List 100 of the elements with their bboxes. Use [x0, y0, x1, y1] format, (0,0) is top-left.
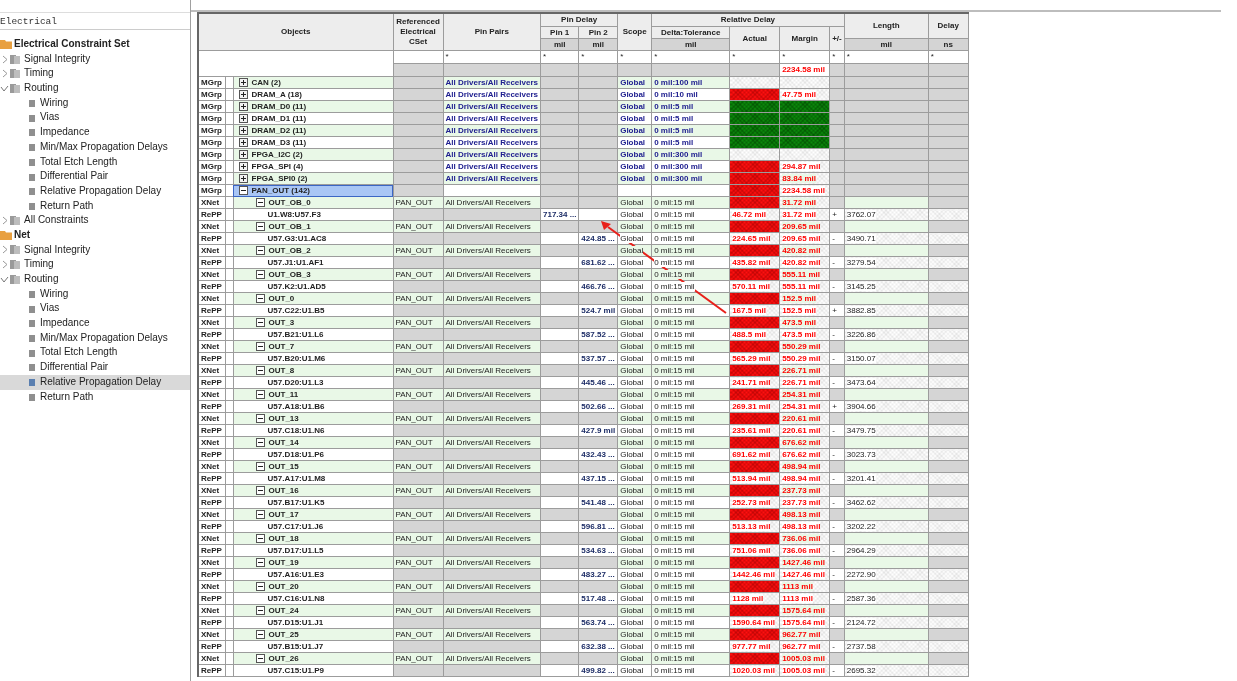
collapse-icon[interactable]	[255, 294, 265, 303]
collapse-icon[interactable]	[255, 510, 265, 519]
collapse-icon[interactable]	[255, 390, 265, 399]
object-cell[interactable]: OUT_24	[233, 604, 393, 617]
object-cell[interactable]: U57.B17:U1.K5	[233, 496, 393, 509]
expand-icon[interactable]	[238, 174, 248, 183]
object-cell[interactable]: OUT_8	[233, 364, 393, 377]
object-cell[interactable]: OUT_0	[233, 292, 393, 305]
tree-item[interactable]: Total Etch Length	[0, 345, 190, 361]
collapse-icon[interactable]	[255, 414, 265, 423]
object-cell[interactable]: U57.B20:U1.M6	[233, 352, 393, 365]
filter-field[interactable]: Electrical	[0, 15, 190, 30]
object-cell[interactable]: OUT_15	[233, 460, 393, 473]
object-cell[interactable]: U57.J1:U1.AF1	[233, 256, 393, 269]
object-cell[interactable]: U57.D18:U1.P6	[233, 448, 393, 461]
collapse-icon[interactable]	[255, 198, 265, 207]
tree-item[interactable]: Min/Max Propagation Delays	[0, 330, 190, 346]
object-cell[interactable]: DRAM_D2 (11)	[233, 124, 393, 137]
collapse-icon[interactable]	[255, 534, 265, 543]
object-cell[interactable]: U1.W8:U57.F3	[233, 208, 393, 221]
expand-icon[interactable]	[238, 150, 248, 159]
expand-icon[interactable]	[238, 138, 248, 147]
object-cell[interactable]: OUT_OB_1	[233, 220, 393, 233]
tree-item[interactable]: Impedance	[0, 125, 190, 140]
expand-icon[interactable]	[238, 114, 248, 123]
object-cell[interactable]: U57.A16:U1.E3	[233, 568, 393, 581]
tree-item[interactable]: Return Path	[0, 389, 190, 405]
tree-item[interactable]: Relative Propagation Delay	[0, 183, 190, 199]
object-cell[interactable]: FPGA_SPI0 (2)	[233, 172, 393, 185]
collapse-icon[interactable]	[255, 222, 265, 231]
tree-item[interactable]: Signal Integrity	[0, 242, 190, 258]
object-cell[interactable]: OUT_16	[233, 484, 393, 497]
collapse-icon[interactable]	[255, 366, 265, 375]
object-cell[interactable]: OUT_25	[233, 628, 393, 641]
object-cell[interactable]: U57.A18:U1.B6	[233, 400, 393, 413]
tree-item[interactable]: Wiring	[0, 286, 190, 302]
tree-item[interactable]: Timing	[0, 66, 190, 82]
tree-item[interactable]: Differential Pair	[0, 169, 190, 184]
collapse-icon[interactable]	[255, 582, 265, 591]
expand-icon[interactable]	[238, 126, 248, 135]
tree-item[interactable]: Impedance	[0, 316, 190, 331]
object-cell[interactable]: CAN (2)	[233, 76, 393, 89]
expand-icon[interactable]	[238, 102, 248, 111]
object-cell[interactable]: OUT_17	[233, 508, 393, 521]
object-cell[interactable]: OUT_19	[233, 556, 393, 569]
collapse-icon[interactable]	[255, 486, 265, 495]
collapse-icon[interactable]	[255, 630, 265, 639]
object-cell[interactable]: U57.D17:U1.L5	[233, 544, 393, 557]
tree-item[interactable]: Net	[0, 227, 190, 243]
object-cell[interactable]: OUT_13	[233, 412, 393, 425]
collapse-icon[interactable]	[255, 342, 265, 351]
tree-item[interactable]: Total Etch Length	[0, 154, 190, 170]
object-cell[interactable]: FPGA_SPI (4)	[233, 160, 393, 173]
object-cell[interactable]: U57.C17:U1.J6	[233, 520, 393, 533]
object-cell[interactable]: OUT_14	[233, 436, 393, 449]
collapse-icon[interactable]	[255, 606, 265, 615]
object-cell[interactable]: U57.C22:U1.B5	[233, 304, 393, 317]
tree-item[interactable]: Relative Propagation Delay	[0, 374, 190, 390]
object-cell[interactable]: U57.D15:U1.J1	[233, 616, 393, 629]
tree-item[interactable]: Wiring	[0, 95, 190, 111]
object-cell[interactable]: OUT_11	[233, 388, 393, 401]
collapse-icon[interactable]	[255, 558, 265, 567]
tree-item[interactable]: Routing	[0, 272, 190, 287]
expand-icon[interactable]	[238, 162, 248, 171]
object-cell[interactable]: OUT_OB_3	[233, 268, 393, 281]
collapse-icon[interactable]	[255, 318, 265, 327]
tree-item[interactable]: Vias	[0, 110, 190, 126]
object-cell[interactable]: OUT_7	[233, 340, 393, 353]
object-cell[interactable]: U57.C15:U1.P9	[233, 664, 393, 677]
tree-item[interactable]: Vias	[0, 301, 190, 317]
object-cell[interactable]: DRAM_D3 (11)	[233, 136, 393, 149]
object-cell[interactable]: OUT_OB_2	[233, 244, 393, 257]
expand-icon[interactable]	[238, 78, 248, 87]
object-cell[interactable]: U57.A17:U1.M8	[233, 472, 393, 485]
object-cell[interactable]: DRAM_D1 (11)	[233, 112, 393, 125]
filter-cell[interactable]: *	[829, 50, 845, 64]
object-cell[interactable]: OUT_OB_0	[233, 196, 393, 209]
tree-item[interactable]: All Constraints	[0, 213, 190, 228]
collapse-icon[interactable]	[255, 438, 265, 447]
collapse-icon[interactable]	[255, 462, 265, 471]
collapse-icon[interactable]	[255, 246, 265, 255]
object-cell[interactable]: OUT_18	[233, 532, 393, 545]
collapse-icon[interactable]	[255, 654, 265, 663]
object-cell[interactable]: OUT_3	[233, 316, 393, 329]
collapse-icon[interactable]	[255, 270, 265, 279]
expand-icon[interactable]	[238, 90, 248, 99]
object-cell[interactable]: U57.C16:U1.N8	[233, 592, 393, 605]
tree-item[interactable]: Return Path	[0, 198, 190, 214]
object-cell[interactable]: DRAM_D0 (11)	[233, 100, 393, 113]
tree-item[interactable]: Electrical Constraint Set	[0, 37, 190, 52]
object-cell[interactable]: DRAM_A (18)	[233, 88, 393, 101]
tree-item[interactable]: Differential Pair	[0, 360, 190, 375]
collapse-icon[interactable]	[238, 186, 248, 195]
object-cell[interactable]: U57.B21:U1.L6	[233, 328, 393, 341]
object-cell[interactable]: U57.B15:U1.J7	[233, 640, 393, 653]
tree-item[interactable]: Min/Max Propagation Delays	[0, 139, 190, 155]
object-cell[interactable]: OUT_20	[233, 580, 393, 593]
object-cell[interactable]: FPGA_I2C (2)	[233, 148, 393, 161]
object-cell[interactable]: OUT_26	[233, 652, 393, 665]
tree-item[interactable]: Timing	[0, 257, 190, 272]
